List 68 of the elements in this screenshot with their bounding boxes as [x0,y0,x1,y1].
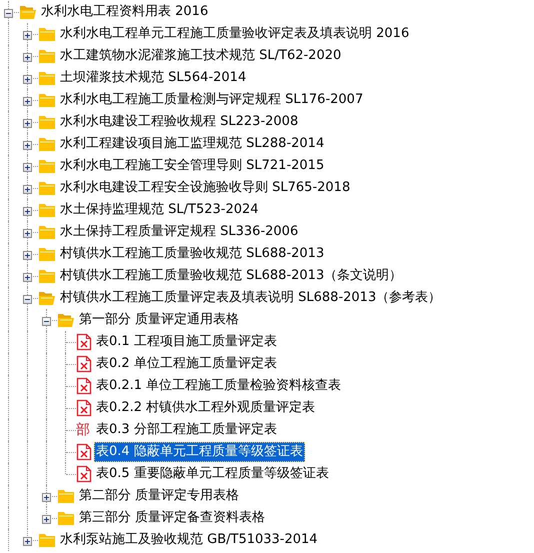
expand-toggle[interactable] [23,118,32,128]
expand-toggle[interactable] [23,272,32,282]
tree-item[interactable]: 表0.1 工程项目施工质量评定表 [94,332,279,352]
expand-toggle[interactable] [23,96,32,106]
folder-icon [38,158,56,174]
expand-toggle[interactable] [23,536,32,546]
expand-toggle[interactable] [23,52,32,62]
document-icon [76,333,92,351]
collapse-toggle[interactable] [4,8,13,18]
document-icon [76,465,92,483]
tree-item[interactable]: 水土保持工程质量评定规程 SL336-2006 [58,222,300,242]
tree-item[interactable]: 水利水电建设工程验收规程 SL223-2008 [58,112,300,132]
expand-toggle[interactable] [42,514,51,524]
folder-icon [38,70,56,86]
folder-icon [57,488,75,504]
folder-icon [38,268,56,284]
document-icon [76,355,92,373]
folder-icon [38,224,56,240]
collapse-toggle[interactable] [42,316,51,326]
document-icon [76,399,92,417]
tree-item[interactable]: 水土保持监理规范 SL/T523-2024 [58,200,261,220]
open-folder-icon [38,290,56,306]
folder-icon [38,92,56,108]
tree-item[interactable]: 表0.2.2 村镇供水工程外观质量评定表 [94,398,318,418]
expand-toggle[interactable] [23,162,32,172]
tree-item[interactable]: 表0.2 单位工程施工质量评定表 [94,354,279,374]
tree-item[interactable]: 村镇供水工程施工质量评定表及填表说明 SL688-2013（参考表） [58,288,444,308]
glyph-icon: 部 [76,422,92,438]
tree-item[interactable]: 表0.4 隐蔽单元工程质量等级签证表 [94,442,305,462]
tree-item[interactable]: 表0.2.1 单位工程施工质量检验资料核查表 [94,376,344,396]
tree-item[interactable]: 村镇供水工程施工质量验收规范 SL688-2013 [58,244,326,264]
expand-toggle[interactable] [23,184,32,194]
tree-item[interactable]: 水利水电工程单元工程施工质量验收评定表及填表说明 2016 [58,24,412,44]
tree-item[interactable]: 第一部分 质量评定通用表格 [77,310,242,330]
folder-icon [38,48,56,64]
folder-icon [38,136,56,152]
expand-toggle[interactable] [23,250,32,260]
folder-icon [38,532,56,548]
open-folder-icon [57,312,75,328]
expand-toggle[interactable] [23,228,32,238]
tree-item[interactable]: 土坝灌浆技术规范 SL564-2014 [58,68,248,88]
folder-icon [38,202,56,218]
tree-item[interactable]: 表0.5 重要隐蔽单元工程质量等级签证表 [94,464,331,484]
tree-item[interactable]: 表0.3 分部工程施工质量评定表 [94,420,279,440]
folder-icon [38,180,56,196]
tree-item[interactable]: 水工建筑物水泥灌浆施工技术规范 SL/T62-2020 [58,46,344,66]
tree-item[interactable]: 水利泵站施工及验收规范 GB/T51033-2014 [58,530,320,550]
folder-icon [38,26,56,42]
collapse-toggle[interactable] [23,294,32,304]
folder-icon [57,510,75,526]
tree-item[interactable]: 水利水电工程施工质量检测与评定规程 SL176-2007 [58,90,366,110]
open-folder-icon [19,4,37,20]
tree-item[interactable]: 水利水电工程施工安全管理导则 SL721-2015 [58,156,326,176]
tree-item[interactable]: 第二部分 质量评定专用表格 [77,486,242,506]
tree-item[interactable]: 村镇供水工程施工质量验收规范 SL688-2013（条文说明） [58,266,404,286]
expand-toggle[interactable] [23,206,32,216]
tree-item[interactable]: 水利水电建设工程安全设施验收导则 SL765-2018 [58,178,352,198]
tree-item[interactable]: 第三部分 质量评定备查资料表格 [77,508,268,528]
expand-toggle[interactable] [42,492,51,502]
tree-item[interactable]: 水利水电工程资料用表 2016 [39,2,210,22]
expand-toggle[interactable] [23,140,32,150]
expand-toggle[interactable] [23,30,32,40]
folder-icon [38,246,56,262]
tree-item[interactable]: 水利工程建设项目施工监理规范 SL288-2014 [58,134,326,154]
folder-icon [38,114,56,130]
document-icon [76,443,92,461]
expand-toggle[interactable] [23,74,32,84]
document-icon [76,377,92,395]
